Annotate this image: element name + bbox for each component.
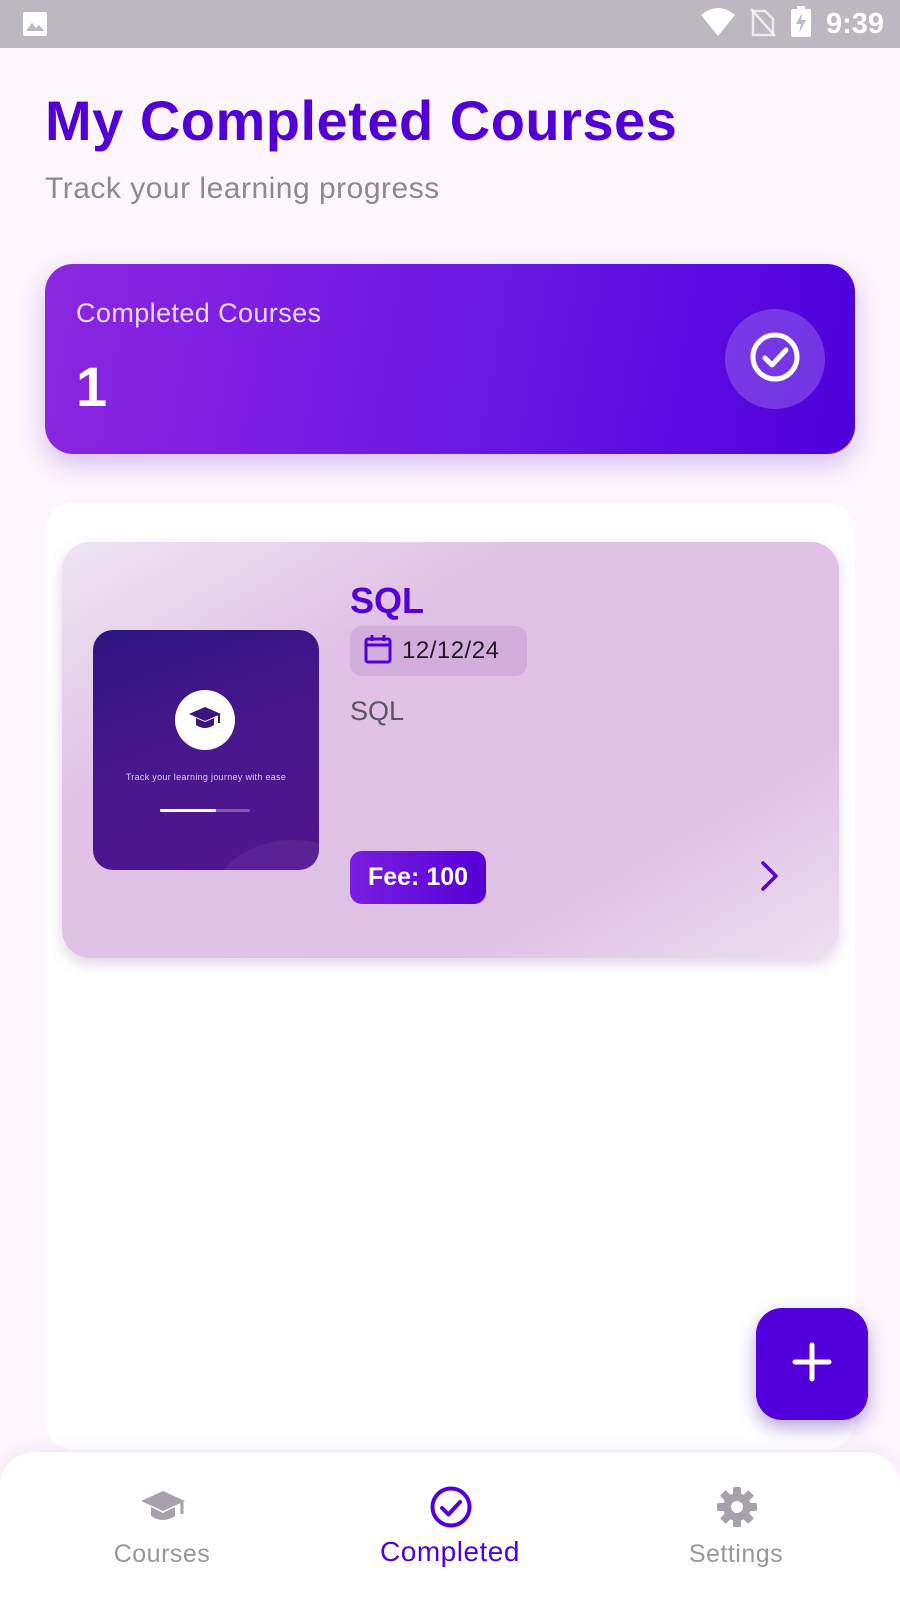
nav-item-completed[interactable]: Completed (330, 1452, 570, 1600)
stats-label: Completed Courses (76, 298, 322, 328)
page-title: My Completed Courses (45, 89, 678, 152)
course-description: SQL (350, 696, 405, 726)
status-time: 9:39 (825, 7, 884, 40)
completed-stats-card: Completed Courses 1 (45, 264, 855, 454)
nav-label-settings: Settings (688, 1540, 784, 1568)
image-icon (22, 11, 48, 42)
date-chip: 12/12/24 (350, 626, 527, 676)
course-fee: Fee: 100 (367, 863, 469, 891)
stats-value: 1 (76, 355, 108, 418)
nav-label-completed: Completed (380, 1536, 520, 1567)
thumbnail-progress-bar (160, 809, 250, 812)
page-subtitle: Track your learning progress (45, 172, 440, 205)
bottom-navigation: Courses Completed Settings (0, 1452, 900, 1600)
calendar-icon (364, 634, 392, 669)
graduation-cap-icon (140, 1484, 186, 1530)
course-date: 12/12/24 (402, 637, 500, 664)
no-sim-icon (750, 7, 776, 42)
battery-charging-icon (790, 5, 812, 43)
course-thumbnail: Track your learning journey with ease (93, 630, 319, 870)
graduation-cap-icon (188, 705, 222, 736)
open-course-button[interactable] (740, 848, 800, 908)
nav-label-courses: Courses (113, 1540, 211, 1568)
check-circle-icon (428, 1484, 474, 1530)
check-circle-icon (749, 331, 801, 388)
status-bar: 9:39 (0, 0, 900, 48)
thumbnail-progress-fill (160, 809, 216, 812)
gear-icon (714, 1484, 760, 1530)
thumbnail-decoration (213, 840, 319, 870)
nav-item-courses[interactable]: Courses (42, 1452, 282, 1600)
course-title: SQL (350, 580, 425, 621)
stats-badge (725, 309, 825, 409)
course-card[interactable]: Track your learning journey with ease SQ… (62, 542, 839, 958)
thumbnail-logo (175, 690, 235, 750)
thumbnail-tagline: Track your learning journey with ease (125, 772, 287, 782)
nav-item-settings[interactable]: Settings (616, 1452, 856, 1600)
chevron-right-icon (759, 860, 781, 897)
add-course-button[interactable] (756, 1308, 868, 1420)
wifi-icon (700, 7, 736, 42)
fee-chip: Fee: 100 (350, 851, 486, 904)
plus-icon (792, 1342, 832, 1387)
